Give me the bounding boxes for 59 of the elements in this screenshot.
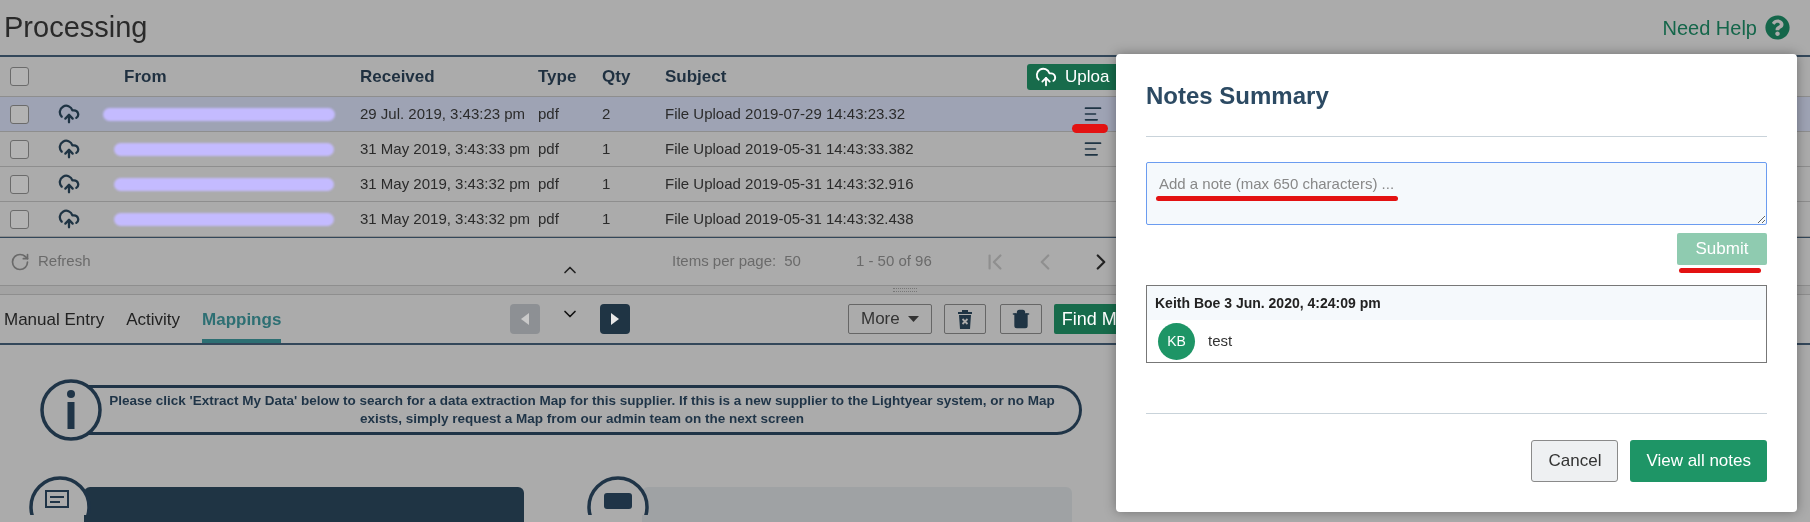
row-checkbox[interactable] xyxy=(10,67,29,86)
cancel-button[interactable]: Cancel xyxy=(1531,440,1619,482)
table-cell-text: 1 xyxy=(602,173,612,194)
note-header: Keith Boe 3 Jun. 2020, 4:24:09 pm xyxy=(1155,293,1381,313)
notes-icon[interactable] xyxy=(1083,104,1103,124)
column-header[interactable]: From xyxy=(124,63,360,90)
caret-icon xyxy=(907,316,919,322)
need-help-link[interactable]: Need Help xyxy=(1662,12,1757,43)
table-cell-text: 31 May 2019, 3:43:33 pm xyxy=(360,138,532,159)
table-cell-text: File Upload 2019-05-31 14:43:33.382 xyxy=(665,138,915,159)
table-cell-text: File Upload 2019-07-29 14:43:23.32 xyxy=(665,103,907,124)
page-title: Processing xyxy=(4,9,148,45)
note-text: test xyxy=(1208,330,1233,351)
column-header[interactable]: Received xyxy=(360,63,538,90)
delete-button[interactable] xyxy=(999,304,1042,334)
row-checkbox[interactable] xyxy=(10,139,29,159)
resize-grip-icon[interactable] xyxy=(893,288,917,292)
more-dropdown[interactable]: More xyxy=(848,304,932,334)
table-cell-text: File Upload 2019-05-31 14:43:32.438 xyxy=(665,208,915,229)
help-icon[interactable] xyxy=(1765,15,1790,40)
info-message: Please click 'Extract My Data' below to search for a data extraction Map for this supplier. If this is a new supplier to the Lightyear system, or no Map exists, simply request a Map from our admin team on the next screen xyxy=(108,392,1056,428)
tab[interactable]: Manual Entry xyxy=(4,295,105,343)
row-checkbox[interactable] xyxy=(10,209,29,229)
note-input-field[interactable]: Add a note (max 650 characters) ... xyxy=(1146,162,1767,225)
table-cell-text: 29 Jul. 2019, 3:43:23 pm xyxy=(360,103,527,124)
view-all-notes-button[interactable]: View all notes xyxy=(1630,440,1767,482)
delete-mapping-button[interactable] xyxy=(943,304,986,334)
left-triangle-icon xyxy=(521,313,529,325)
refresh-icon[interactable] xyxy=(10,251,30,272)
tab[interactable]: Activity xyxy=(126,295,180,343)
row-checkbox[interactable] xyxy=(10,174,29,194)
table-cell-text: File Upload 2019-05-31 14:43:32.916 xyxy=(665,173,915,194)
notes-icon[interactable] xyxy=(1083,139,1103,159)
table-cell-text: 31 May 2019, 3:43:32 pm xyxy=(360,173,532,194)
column-header[interactable]: Qty xyxy=(602,63,665,90)
avatar: KB xyxy=(1158,322,1195,360)
table-cell-text: 1 xyxy=(602,208,612,229)
items-per-page-label: Items per page: xyxy=(672,251,777,272)
trash-icon xyxy=(1010,309,1031,329)
cloud-upload-icon[interactable] xyxy=(58,208,80,230)
cloud-upload-icon[interactable] xyxy=(58,173,80,195)
table-cell-text: pdf xyxy=(538,208,560,229)
table-cell-text: 1 xyxy=(602,138,612,159)
column-header[interactable]: Subject xyxy=(665,63,1027,90)
annotation-underline xyxy=(1072,124,1108,133)
cloud-upload-icon xyxy=(1035,65,1057,88)
column-header[interactable]: Type xyxy=(538,63,602,90)
table-cell-text: pdf xyxy=(538,138,560,159)
row-checkbox[interactable] xyxy=(10,104,29,124)
next-button[interactable] xyxy=(600,304,630,334)
table-cell-text: 2 xyxy=(602,103,612,124)
page-range: 1 - 50 of 96 xyxy=(855,251,932,272)
cloud-upload-icon[interactable] xyxy=(58,138,80,160)
cloud-upload-icon[interactable] xyxy=(58,103,80,125)
right-triangle-icon xyxy=(611,313,619,325)
table-cell-text: 31 May 2019, 3:43:32 pm xyxy=(360,208,532,229)
table-cell-text: pdf xyxy=(538,173,560,194)
table-cell-text: pdf xyxy=(538,103,560,124)
trash-x-icon xyxy=(956,309,973,329)
